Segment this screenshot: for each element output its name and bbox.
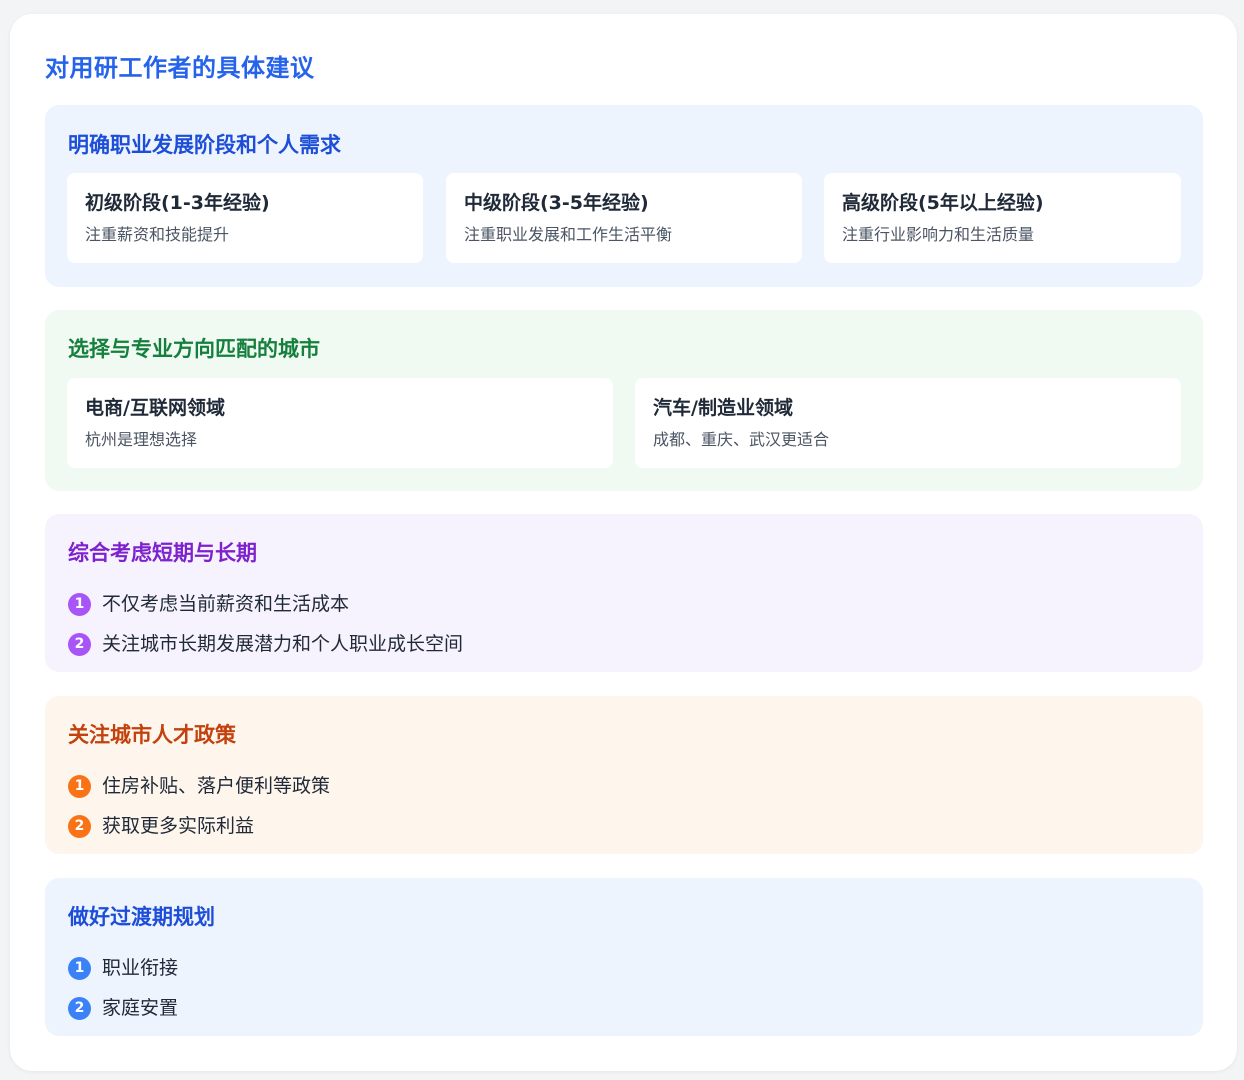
city-card-title: 汽车/制造业领域 bbox=[653, 397, 793, 419]
list-item-text: 职业衔接 bbox=[102, 957, 179, 979]
list-item: 2 关注城市长期发展潜力和个人职业成长空间 bbox=[68, 624, 463, 664]
list-item-text: 不仅考虑当前薪资和生活成本 bbox=[102, 593, 350, 615]
city-card-desc: 成都、重庆、武汉更适合 bbox=[653, 430, 830, 449]
number-badge-icon: 1 bbox=[68, 956, 91, 980]
list-item: 2 家庭安置 bbox=[68, 988, 178, 1028]
term-list: 1 不仅考虑当前薪资和生活成本 2 关注城市长期发展潜力和个人职业成长空间 bbox=[68, 584, 463, 664]
stage-card-desc: 注重薪资和技能提升 bbox=[85, 225, 230, 244]
section-career-stage: 明确职业发展阶段和个人需求 初级阶段(1-3年经验) 注重薪资和技能提升 中级阶… bbox=[45, 105, 1203, 287]
section-title: 选择与专业方向匹配的城市 bbox=[68, 337, 320, 361]
stage-card-desc: 注重职业发展和工作生活平衡 bbox=[464, 225, 673, 244]
city-card-desc: 杭州是理想选择 bbox=[85, 430, 198, 449]
list-item-text: 家庭安置 bbox=[102, 997, 179, 1019]
stage-card-title: 初级阶段(1-3年经验) bbox=[85, 192, 270, 214]
number-badge-icon: 1 bbox=[68, 774, 91, 798]
section-title: 关注城市人才政策 bbox=[68, 723, 236, 747]
transition-list: 1 职业衔接 2 家庭安置 bbox=[68, 948, 178, 1028]
number-badge-icon: 2 bbox=[68, 996, 91, 1020]
city-card-automotive: 汽车/制造业领域 成都、重庆、武汉更适合 bbox=[635, 378, 1181, 468]
section-transition-plan: 做好过渡期规划 1 职业衔接 2 家庭安置 bbox=[45, 878, 1203, 1036]
list-item: 1 不仅考虑当前薪资和生活成本 bbox=[68, 584, 463, 624]
list-item-text: 获取更多实际利益 bbox=[102, 815, 255, 837]
list-item: 1 职业衔接 bbox=[68, 948, 178, 988]
number-badge-icon: 1 bbox=[68, 592, 91, 616]
policy-list: 1 住房补贴、落户便利等政策 2 获取更多实际利益 bbox=[68, 766, 330, 846]
list-item-text: 关注城市长期发展潜力和个人职业成长空间 bbox=[102, 633, 464, 655]
number-badge-icon: 2 bbox=[68, 814, 91, 838]
stage-card-senior: 高级阶段(5年以上经验) 注重行业影响力和生活质量 bbox=[824, 173, 1181, 263]
section-title: 明确职业发展阶段和个人需求 bbox=[68, 133, 341, 157]
stage-card-mid: 中级阶段(3-5年经验) 注重职业发展和工作生活平衡 bbox=[446, 173, 802, 263]
city-card-ecommerce: 电商/互联网领域 杭州是理想选择 bbox=[67, 378, 613, 468]
list-item: 1 住房补贴、落户便利等政策 bbox=[68, 766, 330, 806]
section-title: 综合考虑短期与长期 bbox=[68, 541, 257, 565]
number-badge-icon: 2 bbox=[68, 632, 91, 656]
advice-card: 对用研工作者的具体建议 明确职业发展阶段和个人需求 初级阶段(1-3年经验) 注… bbox=[10, 14, 1237, 1071]
stage-card-desc: 注重行业影响力和生活质量 bbox=[842, 225, 1035, 244]
stage-card-title: 高级阶段(5年以上经验) bbox=[842, 192, 1044, 214]
list-item-text: 住房补贴、落户便利等政策 bbox=[102, 775, 331, 797]
stage-card-title: 中级阶段(3-5年经验) bbox=[464, 192, 649, 214]
section-talent-policy: 关注城市人才政策 1 住房补贴、落户便利等政策 2 获取更多实际利益 bbox=[45, 696, 1203, 854]
section-city-match: 选择与专业方向匹配的城市 电商/互联网领域 杭州是理想选择 汽车/制造业领域 成… bbox=[45, 310, 1203, 491]
city-card-title: 电商/互联网领域 bbox=[85, 397, 225, 419]
stage-card-junior: 初级阶段(1-3年经验) 注重薪资和技能提升 bbox=[67, 173, 423, 263]
section-title: 做好过渡期规划 bbox=[68, 905, 215, 929]
section-short-long-term: 综合考虑短期与长期 1 不仅考虑当前薪资和生活成本 2 关注城市长期发展潜力和个… bbox=[45, 514, 1203, 672]
list-item: 2 获取更多实际利益 bbox=[68, 806, 330, 846]
page-title: 对用研工作者的具体建议 bbox=[45, 54, 315, 82]
